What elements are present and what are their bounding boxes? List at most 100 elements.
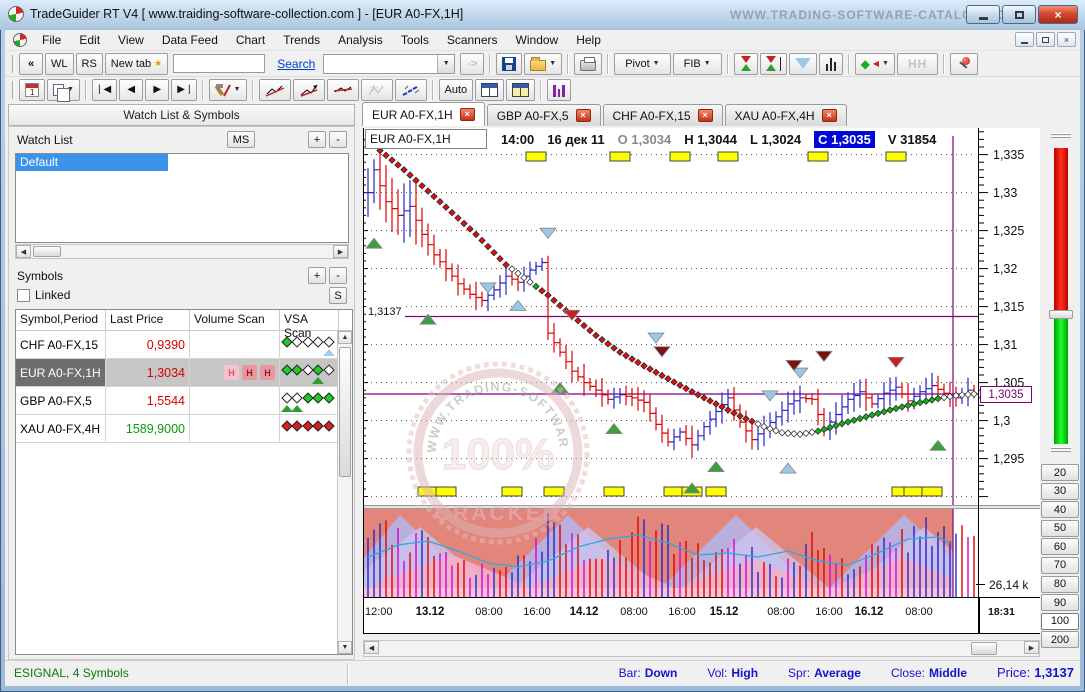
trend-tool-3-button[interactable] xyxy=(327,79,359,101)
app-menu-icon[interactable] xyxy=(13,33,27,47)
watchlist-add-button[interactable]: + xyxy=(308,131,326,148)
scale-button-80[interactable]: 80 xyxy=(1041,576,1079,593)
mdi-close-button[interactable]: × xyxy=(1057,32,1076,47)
table-row[interactable]: GBP A0-FX,51,5544 xyxy=(16,387,352,415)
minimize-button[interactable] xyxy=(966,5,1000,24)
hh-button[interactable]: HH xyxy=(897,53,938,75)
chart-tab[interactable]: CHF A0-FX,15× xyxy=(603,104,723,126)
trend-tool-disabled-button[interactable] xyxy=(361,79,393,101)
search-link[interactable]: Search xyxy=(277,57,315,71)
menu-item-view[interactable]: View xyxy=(109,31,153,49)
next-bar-button[interactable]: ▶ xyxy=(145,79,169,101)
open-button[interactable]: ▼ xyxy=(524,53,562,75)
histogram-button[interactable] xyxy=(547,79,571,101)
symbols-add-button[interactable]: + xyxy=(308,267,326,284)
menu-item-window[interactable]: Window xyxy=(507,31,568,49)
calendar-button[interactable] xyxy=(19,79,45,101)
close-button[interactable]: × xyxy=(1038,5,1078,24)
watchlist-hscrollbar[interactable]: ◀ ▶ xyxy=(15,244,349,259)
table-row[interactable]: EUR A0-FX,1H1,3034HHH xyxy=(16,359,352,387)
combobox-dropdown-icon[interactable]: ▼ xyxy=(437,55,454,73)
mdi-minimize-button[interactable] xyxy=(1015,32,1034,47)
first-bar-button[interactable]: |◀ xyxy=(92,79,117,101)
scroll-right-icon[interactable]: ▶ xyxy=(333,245,348,258)
scroll-thumb[interactable] xyxy=(971,642,997,655)
toolbar-grip[interactable] xyxy=(12,81,15,99)
menu-item-file[interactable]: File xyxy=(33,31,70,49)
price-chart-canvas[interactable] xyxy=(363,128,978,505)
scale-button-200[interactable]: 200 xyxy=(1041,631,1079,648)
scale-button-90[interactable]: 90 xyxy=(1041,594,1079,611)
chart-tab[interactable]: GBP A0-FX,5× xyxy=(487,104,601,126)
symbol-input[interactable] xyxy=(173,54,265,73)
scroll-left-icon[interactable]: ◀ xyxy=(364,641,379,654)
scroll-up-icon[interactable]: ▲ xyxy=(338,331,352,344)
menu-item-help[interactable]: Help xyxy=(567,31,610,49)
watchlist-remove-button[interactable]: - xyxy=(329,131,347,148)
diamond-signal-dropdown[interactable]: ◆◀▼ xyxy=(855,53,895,75)
new-tab-button[interactable]: New tab★ xyxy=(105,53,168,75)
chart-tab[interactable]: EUR A0-FX,1H× xyxy=(362,102,485,126)
linked-checkbox[interactable] xyxy=(17,289,30,302)
symbols-remove-button[interactable]: - xyxy=(329,267,347,284)
copy-dropdown[interactable]: ▼ xyxy=(47,79,80,101)
prev-bar-button[interactable]: ◀ xyxy=(119,79,143,101)
scroll-thumb[interactable] xyxy=(33,246,61,257)
slider-upper-range[interactable] xyxy=(1054,148,1068,310)
auto-button[interactable]: Auto xyxy=(439,79,474,101)
window-layout-alt-button[interactable] xyxy=(506,79,535,101)
scroll-right-icon[interactable]: ▶ xyxy=(1024,641,1039,654)
scale-button-20[interactable]: 20 xyxy=(1041,464,1079,481)
toolbar-grip[interactable] xyxy=(12,55,15,73)
scroll-down-icon[interactable]: ▼ xyxy=(338,641,352,654)
scatter-tool-button[interactable] xyxy=(395,79,427,101)
column-header[interactable]: Symbol,Period xyxy=(16,310,106,330)
fib-dropdown[interactable]: FIB▼ xyxy=(673,53,722,75)
volume-pane[interactable] xyxy=(363,509,1040,598)
chart-symbol-box[interactable]: EUR A0-FX,1H xyxy=(365,129,487,149)
menu-item-tools[interactable]: Tools xyxy=(392,31,438,49)
watch-list-item[interactable]: Default xyxy=(16,154,168,171)
scale-button-30[interactable]: 30 xyxy=(1041,483,1079,500)
scroll-left-icon[interactable]: ◀ xyxy=(16,245,31,258)
ms-button[interactable]: MS xyxy=(227,131,255,148)
table-row[interactable]: XAU A0-FX,4H1589,9000 xyxy=(16,415,352,443)
menu-item-data-feed[interactable]: Data Feed xyxy=(153,31,227,49)
symbol-combobox[interactable]: ▼ xyxy=(323,54,455,74)
slider-lower-range[interactable] xyxy=(1054,319,1068,444)
collapse-panel-button[interactable]: « xyxy=(19,53,43,75)
trend-tool-1-button[interactable] xyxy=(259,79,291,101)
last-bar-button[interactable]: ▶| xyxy=(171,79,196,101)
symbols-vscrollbar[interactable]: ▲ ▼ xyxy=(337,331,352,654)
trend-tool-2-button[interactable] xyxy=(293,79,325,101)
column-header[interactable]: Last Price xyxy=(106,310,190,330)
chart-tab[interactable]: XAU A0-FX,4H× xyxy=(725,104,847,126)
scale-button-70[interactable]: 70 xyxy=(1041,557,1079,574)
menu-item-edit[interactable]: Edit xyxy=(70,31,109,49)
watch-list-box[interactable]: Default xyxy=(15,153,349,243)
tab-close-button[interactable]: × xyxy=(576,109,591,122)
scale-button-40[interactable]: 40 xyxy=(1041,501,1079,518)
table-row[interactable]: CHF A0-FX,150,9390 xyxy=(16,331,352,359)
tab-close-button[interactable]: × xyxy=(822,109,837,122)
title-bar[interactable]: TradeGuider RT V4 [ www.traiding-softwar… xyxy=(0,0,1085,30)
tab-close-button[interactable]: × xyxy=(698,109,713,122)
scale-button-50[interactable]: 50 xyxy=(1041,520,1079,537)
maximize-button[interactable] xyxy=(1002,5,1036,24)
bars-display-button[interactable] xyxy=(819,53,843,75)
scan-button[interactable]: S xyxy=(329,287,347,304)
chart-hscrollbar[interactable]: ◀ ▶ xyxy=(363,640,1040,657)
print-button[interactable] xyxy=(574,53,602,75)
scroll-thumb[interactable] xyxy=(339,347,351,477)
tab-close-button[interactable]: × xyxy=(460,108,475,121)
watch-list-button[interactable]: WL xyxy=(45,53,74,75)
column-header[interactable]: Volume Scan xyxy=(190,310,280,330)
signal-blue-button[interactable] xyxy=(789,53,817,75)
menu-item-chart[interactable]: Chart xyxy=(227,31,274,49)
signals-updown-button[interactable] xyxy=(734,53,758,75)
slider-thumb[interactable] xyxy=(1049,310,1073,319)
column-header[interactable]: VSA Scan xyxy=(280,310,339,330)
menu-item-scanners[interactable]: Scanners xyxy=(438,31,507,49)
save-button[interactable] xyxy=(496,53,522,75)
go-button[interactable]: -> xyxy=(460,53,484,75)
